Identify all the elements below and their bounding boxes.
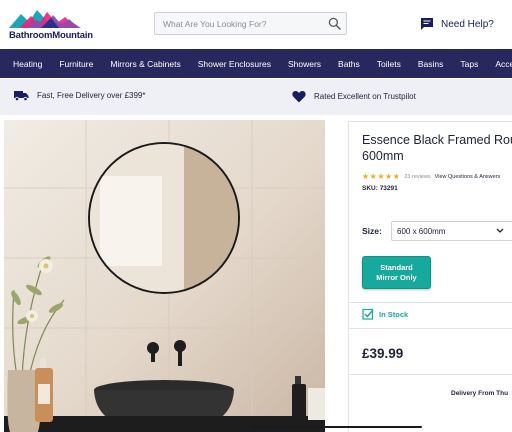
nav-item-heating[interactable]: Heating [13, 59, 42, 69]
nav-item-taps[interactable]: Taps [460, 59, 478, 69]
free-delivery-banner[interactable]: Fast, Free Delivery over £399* [14, 90, 146, 101]
nav-item-furniture[interactable]: Furniture [59, 59, 93, 69]
scroll-indicator [252, 426, 422, 428]
variant-standard-mirror-only-button[interactable]: Standard Mirror Only [362, 256, 431, 289]
promo-bar: Fast, Free Delivery over £399* Rated Exc… [0, 79, 512, 115]
delivery-info: Delivery From Thu [451, 390, 509, 397]
divider [349, 302, 512, 303]
brand-name: BathroomMountain [9, 30, 93, 41]
chevron-down-icon [496, 228, 504, 233]
nav-item-accessories[interactable]: Accessories [495, 59, 512, 69]
size-selected-value: 600 x 600mm [397, 226, 446, 236]
divider [349, 328, 512, 329]
mountain-logo-icon [9, 10, 81, 28]
size-label: Size: [362, 226, 382, 236]
product-title-line-1: Essence Black Framed Round [362, 133, 512, 147]
search-input[interactable] [155, 13, 325, 34]
product-price: £39.99 [362, 346, 404, 361]
in-stock-text: In Stock [379, 309, 409, 319]
chat-icon [421, 18, 433, 30]
stock-status: In Stock [362, 308, 408, 320]
nav-item-basins[interactable]: Basins [418, 59, 444, 69]
need-help-label: Need Help? [441, 18, 494, 30]
nav-item-showers[interactable]: Showers [288, 59, 321, 69]
site-header: BathroomMountain Need Help? [0, 0, 512, 48]
product-title: Essence Black Framed Round 600mm [362, 132, 512, 164]
product-sku: SKU: 73291 [362, 185, 398, 192]
search-bar [154, 12, 347, 35]
variant-line-1: Standard [380, 263, 413, 272]
product-image[interactable] [4, 120, 325, 432]
divider [349, 374, 512, 375]
trustpilot-text: Rated Excellent on Trustpilot [314, 92, 416, 101]
truck-icon [14, 91, 29, 101]
search-icon[interactable] [328, 17, 341, 30]
free-delivery-text: Fast, Free Delivery over £399* [37, 91, 146, 100]
questions-answers-link[interactable]: View Questions & Answers [435, 174, 501, 180]
product-photo [4, 120, 325, 432]
product-rating: ★★★★★ 23 reviews View Questions & Answer… [362, 172, 500, 181]
heart-icon [292, 91, 306, 103]
variant-line-2: Mirror Only [376, 273, 417, 282]
nav-item-shower-enclosures[interactable]: Shower Enclosures [198, 59, 271, 69]
check-square-icon [362, 308, 374, 320]
product-details-panel: Essence Black Framed Round 600mm ★★★★★ 2… [348, 121, 512, 432]
brand-logo[interactable]: BathroomMountain [7, 6, 93, 42]
nav-item-toilets[interactable]: Toilets [377, 59, 401, 69]
trustpilot-banner[interactable]: Rated Excellent on Trustpilot [292, 90, 416, 103]
need-help-link[interactable]: Need Help? [420, 15, 494, 33]
nav-item-baths[interactable]: Baths [338, 59, 360, 69]
size-select[interactable]: 600 x 600mm [391, 221, 512, 241]
reviews-link[interactable]: 23 reviews [404, 174, 430, 180]
product-title-line-2: 600mm [362, 149, 404, 163]
rating-stars: ★★★★★ [362, 172, 401, 181]
nav-item-mirrors-cabinets[interactable]: Mirrors & Cabinets [110, 59, 180, 69]
main-nav: Heating Furniture Mirrors & Cabinets Sho… [0, 49, 512, 78]
